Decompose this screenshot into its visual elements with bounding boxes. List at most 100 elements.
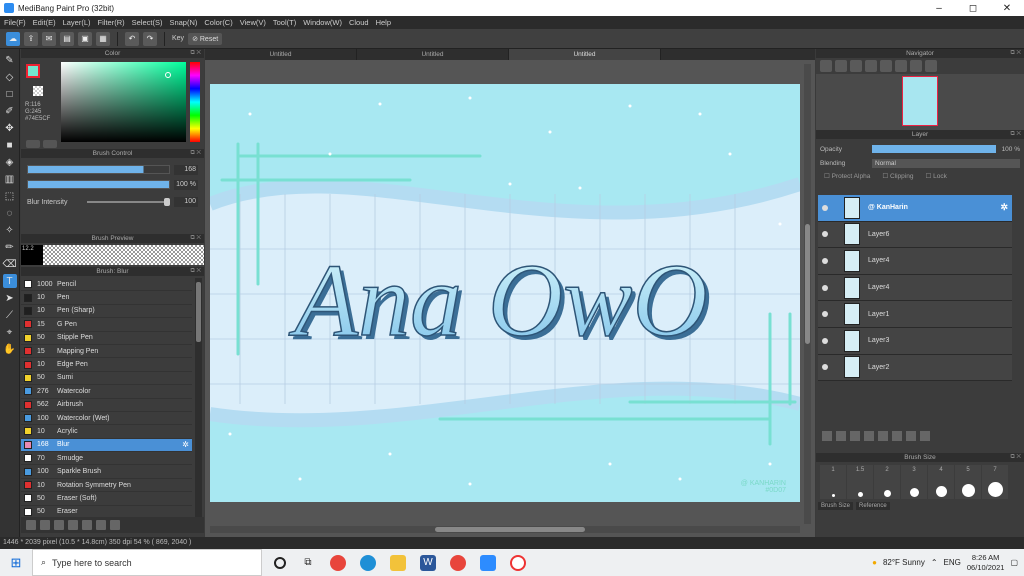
brush-size-preset[interactable]: 1.5 — [847, 465, 873, 499]
tab-document-1[interactable]: Untitled — [205, 49, 357, 60]
visibility-icon[interactable] — [822, 257, 828, 264]
menu-file[interactable]: File(F) — [4, 18, 26, 27]
select-eraser-tool-icon[interactable]: ⌫ — [2, 257, 16, 271]
clipping-checkbox[interactable]: ☐ Clipping — [882, 172, 913, 180]
panel-icon[interactable]: ▤ — [60, 31, 74, 46]
brush-list-item[interactable]: 10 Pen (Sharp) — [21, 304, 192, 319]
layer-row[interactable]: Layer3 — [818, 327, 1012, 355]
brush-list-item[interactable]: 10 Edge Pen — [21, 358, 192, 372]
brush-list-item[interactable]: 70 Smudge — [21, 452, 192, 466]
notification-icon[interactable]: ▢ — [1010, 558, 1018, 567]
navigator-thumbnail[interactable] — [902, 76, 938, 126]
visibility-icon[interactable] — [822, 231, 828, 238]
gradient-tool-icon[interactable]: ▥ — [3, 172, 17, 186]
windows-start-icon[interactable]: ⊞ — [0, 549, 32, 576]
pen-tool-icon[interactable]: ✐ — [3, 104, 17, 118]
visibility-icon[interactable] — [822, 284, 828, 291]
slider-knob[interactable] — [164, 198, 170, 206]
cloud-icon[interactable]: ☁ — [6, 31, 20, 46]
fill-rect-tool-icon[interactable]: ■ — [3, 138, 17, 152]
delete-layer-icon[interactable] — [920, 431, 930, 441]
brush-list-item[interactable]: 276 Watercolor — [21, 385, 192, 399]
file-explorer-icon[interactable] — [390, 554, 406, 571]
duplicate-icon[interactable] — [96, 520, 106, 530]
comment-icon[interactable]: ✉ — [42, 31, 56, 46]
menu-edit[interactable]: Edit(E) — [33, 18, 56, 27]
layer-row[interactable]: Layer2 — [818, 354, 1012, 382]
operation-tool-icon[interactable]: ➤ — [3, 291, 17, 305]
lasso-tool-icon[interactable]: ◌ — [3, 206, 17, 220]
menu-tool[interactable]: Tool(T) — [273, 18, 296, 27]
magic-wand-tool-icon[interactable]: ✧ — [3, 223, 17, 237]
task-view-icon[interactable]: ⧉ — [300, 555, 316, 571]
new-brush-icon[interactable] — [40, 520, 50, 530]
panel-controls-icon[interactable]: ⧉ ✕ — [1010, 453, 1021, 462]
undo-icon[interactable]: ↶ — [125, 31, 139, 46]
secondary-color-swatch[interactable] — [33, 86, 43, 96]
menu-help[interactable]: Help — [376, 18, 391, 27]
chrome-icon[interactable] — [330, 554, 346, 571]
panel-controls-icon[interactable]: ⧉ ✕ — [190, 267, 201, 276]
divide-tool-icon[interactable]: ⟋ — [3, 308, 17, 322]
tab-document-2[interactable]: Untitled — [357, 49, 509, 60]
eraser-tool-icon[interactable]: ◇ — [3, 70, 17, 84]
visibility-icon[interactable] — [822, 337, 828, 344]
rotate-left-icon[interactable] — [880, 60, 892, 72]
delete-brush-icon[interactable] — [110, 520, 120, 530]
brush-list-item[interactable]: 562 Airbrush — [21, 398, 192, 412]
rotate-right-icon[interactable] — [910, 60, 922, 72]
brush-list-scrollbar[interactable] — [195, 278, 202, 518]
zoom-out-icon[interactable] — [835, 60, 847, 72]
folder-icon[interactable] — [878, 431, 888, 441]
medibang-icon[interactable] — [510, 554, 526, 571]
visibility-icon[interactable] — [822, 311, 828, 318]
brush-size-value[interactable]: 168 — [174, 164, 198, 175]
layer-row[interactable]: Layer4 — [818, 248, 1012, 275]
layout-icon[interactable]: ▣ — [78, 31, 92, 46]
brush-size-slider[interactable] — [27, 165, 170, 174]
layer-row[interactable]: @ KanHarin ✲ — [818, 195, 1012, 222]
visibility-icon[interactable] — [822, 204, 828, 211]
edge-icon[interactable] — [360, 554, 376, 571]
brush-opacity-slider[interactable] — [27, 180, 170, 189]
protect-alpha-checkbox[interactable]: ☐ Protect Alpha — [824, 172, 870, 180]
scrollbar-thumb[interactable] — [435, 527, 585, 532]
panel-controls-icon[interactable]: ⧉ ✕ — [190, 49, 201, 58]
saturation-value-picker[interactable] — [61, 62, 186, 142]
language-indicator[interactable]: ENG — [944, 558, 961, 567]
grid-icon[interactable]: ▦ — [96, 31, 110, 46]
canvas-vertical-scrollbar[interactable] — [804, 64, 811, 524]
menu-filter[interactable]: Filter(R) — [98, 18, 125, 27]
actual-size-icon[interactable] — [865, 60, 877, 72]
rotate-reset-icon[interactable] — [895, 60, 907, 72]
canvas-horizontal-scrollbar[interactable] — [210, 526, 800, 533]
brush-list-item[interactable]: 15 G Pen — [21, 318, 192, 332]
brush-list-item[interactable]: 15 Mapping Pen — [21, 344, 192, 359]
brush-size-preset[interactable]: 4 — [928, 465, 954, 499]
menu-select[interactable]: Select(S) — [132, 18, 163, 27]
minimize-button[interactable]: – — [922, 0, 956, 16]
brush-list-item[interactable]: 1000 Pencil — [21, 278, 192, 292]
blur-intensity-slider[interactable] — [87, 198, 170, 206]
menu-cloud[interactable]: Cloud — [349, 18, 369, 27]
gear-icon[interactable]: ✲ — [182, 440, 189, 449]
blending-select[interactable]: Normal — [872, 158, 1020, 168]
new-8bit-layer-icon[interactable] — [850, 431, 860, 441]
panel-controls-icon[interactable]: ⧉ ✕ — [1010, 130, 1021, 139]
picker-cursor[interactable] — [165, 72, 171, 78]
duplicate-layer-icon[interactable] — [892, 431, 902, 441]
eyedropper-tool-icon[interactable]: ⌖ — [3, 325, 17, 339]
panel-controls-icon[interactable]: ⧉ ✕ — [1010, 49, 1021, 58]
clock[interactable]: 8:26 AM 06/10/2021 — [967, 553, 1005, 573]
tab-document-3[interactable]: Untitled — [509, 49, 661, 60]
panel-controls-icon[interactable]: ⧉ ✕ — [190, 234, 201, 243]
menu-window[interactable]: Window(W) — [303, 18, 342, 27]
scrollbar-thumb[interactable] — [805, 224, 810, 344]
blur-intensity-value[interactable]: 100 — [174, 197, 198, 207]
menu-color[interactable]: Color(C) — [204, 18, 232, 27]
brush-size-preset[interactable]: 2 — [874, 465, 900, 499]
chrome-profile-icon[interactable] — [450, 554, 466, 571]
cloud-brush-icon[interactable] — [26, 520, 36, 530]
new-halftone-layer-icon[interactable] — [836, 431, 846, 441]
tray-chevron-icon[interactable]: ⌃ — [931, 558, 938, 567]
